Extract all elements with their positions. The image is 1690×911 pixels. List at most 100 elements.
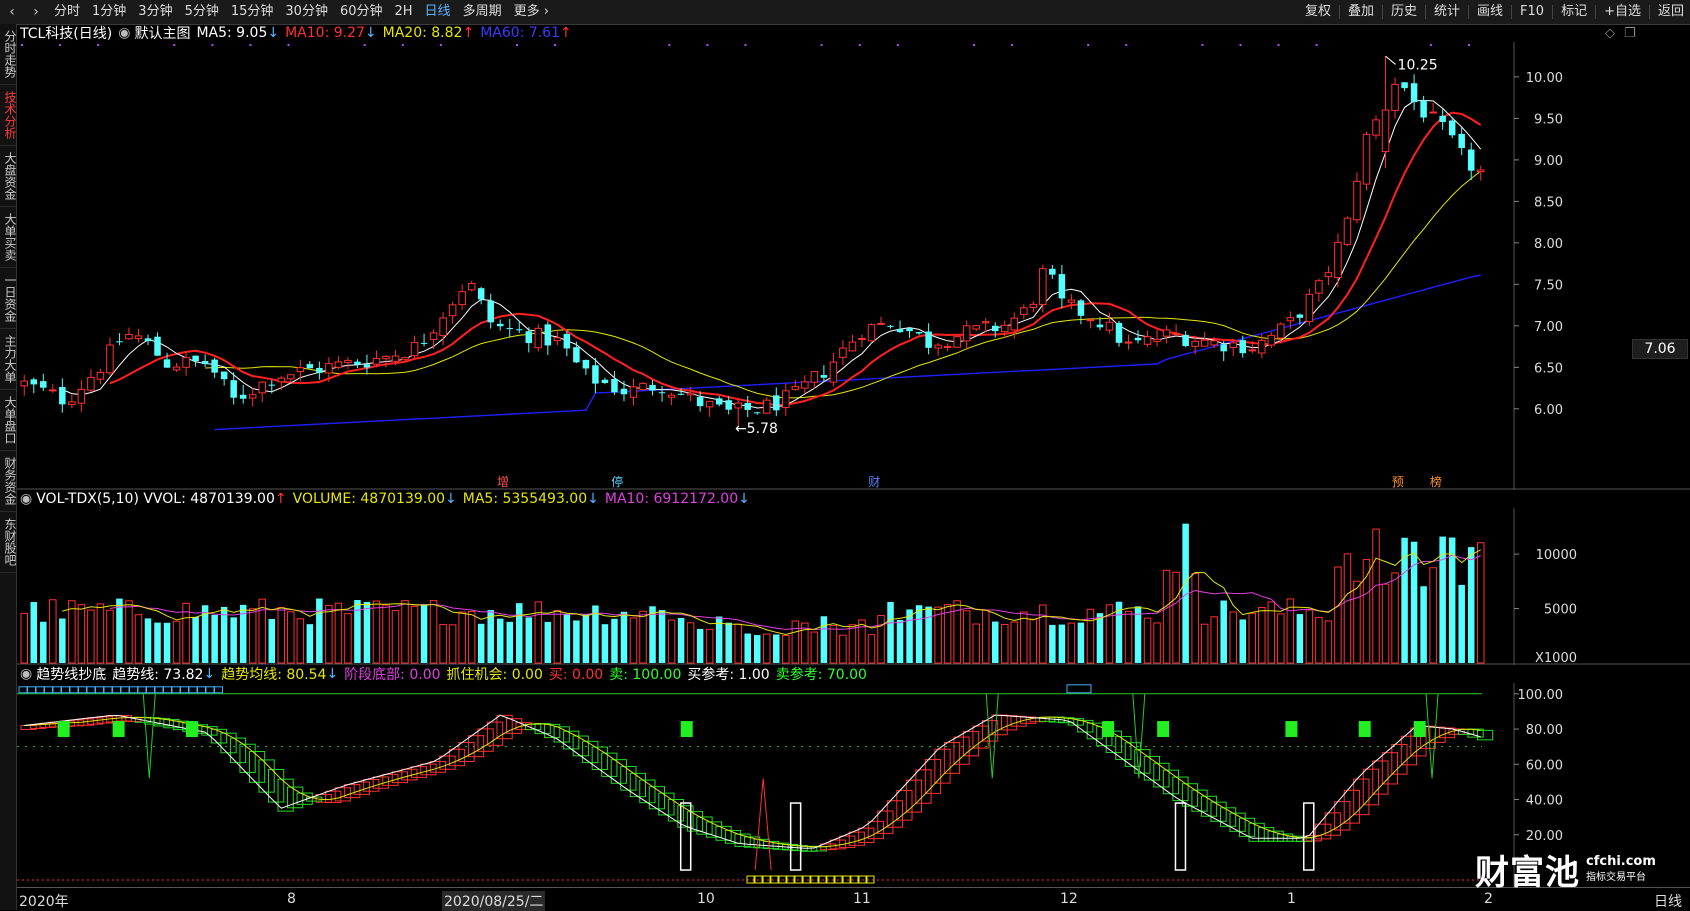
volume-bar	[325, 604, 333, 664]
settings-icon[interactable]: ◉	[118, 25, 130, 41]
candle-body	[639, 382, 647, 391]
volume-bar	[1353, 580, 1361, 664]
candle-body	[1172, 333, 1180, 336]
top-strip-cell	[188, 686, 198, 694]
candle-body	[1010, 317, 1019, 331]
vol-ma5-arrow-icon: ↓	[587, 491, 599, 507]
sidebar-item-0[interactable]: 分时走势	[0, 24, 17, 85]
watermark-tagline: 指标交易平台	[1586, 871, 1646, 883]
period-tab-7[interactable]: 2H	[389, 0, 419, 24]
volume-bar	[981, 609, 990, 664]
restore-window-icon[interactable]: ❐	[1624, 26, 1636, 41]
trend-indicator-chart[interactable]: 100.00 80.00 60.00 40.00 20.00	[17, 683, 1690, 887]
trend-arrow-icon: ↓	[203, 666, 216, 682]
indicator-name[interactable]: 默认主图	[134, 23, 190, 43]
main-y-tick-label-6: 7.00	[1534, 320, 1563, 335]
signal-dot	[363, 44, 366, 46]
period-tab-2[interactable]: 3分钟	[132, 0, 178, 24]
toolbar-action-6[interactable]: 标记	[1555, 0, 1593, 24]
volume-bar	[1172, 571, 1180, 664]
signal-dot	[896, 44, 899, 46]
toolbar-action-7[interactable]: +自选	[1598, 0, 1647, 24]
volume-bar	[877, 615, 885, 664]
signal-dot	[211, 44, 214, 46]
trend-avg-value: 趋势均线: 80.54	[221, 667, 327, 683]
toolbar-action-8[interactable]: 返回	[1652, 0, 1690, 24]
volume-bar	[487, 610, 494, 663]
candle-body	[906, 327, 913, 332]
candle-body	[363, 364, 371, 368]
candle-body	[534, 327, 543, 349]
toolbar-action-4[interactable]: 画线	[1471, 0, 1509, 24]
volume-bar	[125, 600, 133, 664]
toolbar-action-5[interactable]: F10	[1514, 0, 1550, 24]
volume-bar	[534, 601, 543, 664]
vol-title-arrow-icon: ↑	[274, 491, 287, 507]
volume-bar	[1362, 559, 1371, 664]
candle-body	[1391, 83, 1399, 111]
toolbar-action-1[interactable]: 叠加	[1342, 0, 1380, 24]
vol-volume-arrow-icon: ↓	[445, 491, 457, 507]
sidebar-item-7[interactable]: 财务资金	[0, 451, 17, 512]
sidebar-item-8[interactable]: 东财股吧	[0, 512, 17, 573]
candle-body	[268, 384, 276, 386]
sidebar-item-2[interactable]: 大盘资金	[0, 146, 17, 207]
period-tab-9[interactable]: 多周期	[457, 0, 508, 24]
candle-body	[553, 337, 562, 342]
candle-body	[877, 322, 885, 325]
back-arrow-icon[interactable]: ‹	[0, 0, 24, 24]
date-axis[interactable]: 2020年 8 2020/08/25/二 10 11 12 1 2 日线	[17, 887, 1690, 911]
volume-bar	[439, 624, 447, 664]
volume-bar	[96, 603, 105, 664]
volume-settings-icon[interactable]: ◉	[20, 491, 32, 507]
volume-bar	[696, 628, 704, 663]
sidebar-item-1[interactable]: 技术分析	[0, 85, 17, 146]
candle-body	[1239, 340, 1246, 354]
period-tab-3[interactable]: 5分钟	[179, 0, 225, 24]
period-tab-5[interactable]: 30分钟	[279, 0, 334, 24]
signal-dot	[287, 44, 290, 46]
top-strip-cell	[18, 686, 28, 694]
candle-body	[306, 364, 314, 369]
volume-bar	[744, 633, 751, 663]
chart-settings-icon[interactable]: ◇	[1605, 26, 1615, 41]
forward-arrow-icon[interactable]: ›	[24, 0, 48, 24]
stage-bottom-bar	[679, 802, 692, 871]
volume-chart[interactable]: 10000 5000 X1000	[17, 508, 1690, 665]
period-tab-4[interactable]: 15分钟	[225, 0, 280, 24]
x-axis-period-label[interactable]: 日线	[1654, 891, 1682, 911]
candle-body	[420, 342, 428, 344]
candle-body	[1429, 111, 1437, 114]
toolbar-action-2[interactable]: 历史	[1385, 0, 1423, 24]
period-tab-6[interactable]: 60分钟	[334, 0, 389, 24]
candlestick-chart[interactable]: 10.00 9.50 9.00 8.50 8.00 7.50 7.00 6.50 6.00 10.…	[17, 42, 1690, 490]
sidebar-item-3[interactable]: 大单买卖	[0, 207, 17, 268]
indicator-settings-icon[interactable]: ◉	[20, 666, 32, 682]
sidebar-item-5[interactable]: 主力大单	[0, 329, 17, 390]
period-tab-8[interactable]: 日线	[419, 0, 457, 24]
top-strip-cell	[103, 686, 113, 694]
indicator-title[interactable]: 趋势线抄底	[36, 664, 106, 684]
period-tab-1[interactable]: 1分钟	[86, 0, 132, 24]
candle-body	[382, 355, 390, 360]
candle-body	[410, 342, 419, 357]
toolbar-action-0[interactable]: 复权	[1299, 0, 1337, 24]
candle-body	[429, 332, 438, 340]
candle-body	[68, 401, 76, 406]
sidebar-item-6[interactable]: 大单盘口	[0, 390, 17, 451]
toolbar-action-3[interactable]: 统计	[1428, 0, 1466, 24]
trend-step-box	[810, 846, 827, 852]
volume-bar	[77, 604, 86, 664]
candle-body	[192, 355, 199, 362]
trend-step-box	[934, 748, 951, 784]
stage-bottom-value: 阶段底部: 0.00	[344, 667, 441, 683]
sidebar-item-4[interactable]: 一日资金	[0, 268, 17, 329]
period-tab-0[interactable]: 分时	[48, 0, 86, 24]
x-axis-label-5: 12	[1060, 891, 1078, 907]
candle-body	[1153, 338, 1161, 342]
stock-name: TCL科技(日线)	[20, 26, 113, 42]
period-tab-10[interactable]: 更多 ›	[508, 0, 555, 24]
volume-bar	[725, 622, 732, 663]
sell-signal-square	[112, 721, 125, 738]
volume-bar	[1010, 621, 1019, 664]
